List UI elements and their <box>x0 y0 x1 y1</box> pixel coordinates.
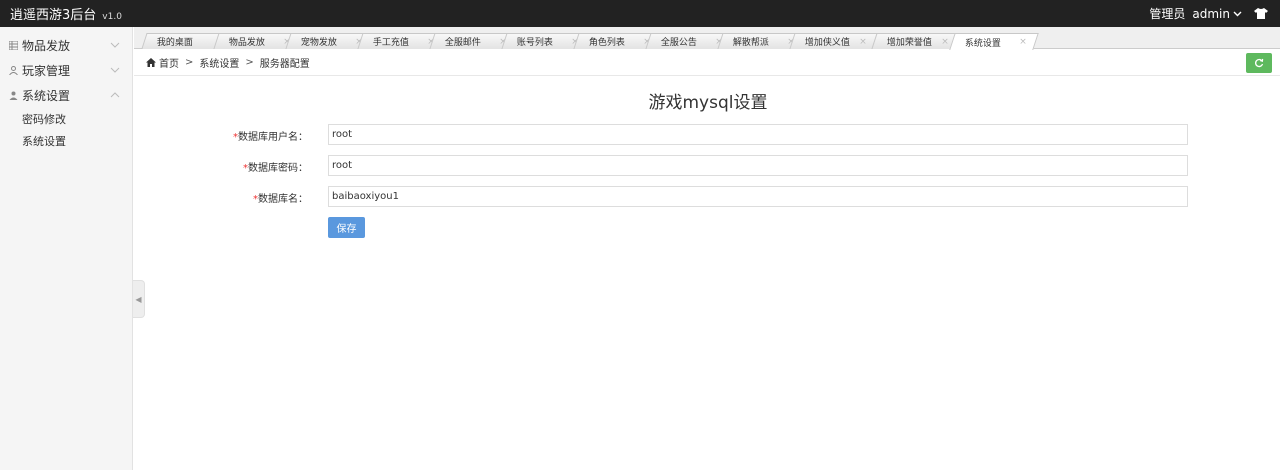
field-label-text: 数据库用户名： <box>238 132 308 143</box>
sidebar: 物品发放 玩家管理 系统设置 密码修改 系统设置 <box>0 27 133 470</box>
breadcrumb-separator: > <box>185 57 194 68</box>
tab-label: 增加荣誉值 <box>886 38 932 48</box>
breadcrumb-home[interactable]: 首页 <box>159 55 179 70</box>
tab-label: 手工充值 <box>372 38 409 48</box>
db-name-input[interactable] <box>328 186 1188 207</box>
chevron-down-icon <box>110 67 120 73</box>
db-user-input[interactable] <box>328 124 1188 145</box>
tshirt-icon[interactable] <box>1254 8 1268 19</box>
close-icon[interactable]: × <box>1019 37 1027 47</box>
tab-label: 增加侠义值 <box>804 38 850 48</box>
tab-label: 系统设置 <box>964 38 1001 49</box>
tab-label: 角色列表 <box>588 38 625 48</box>
page-title: 游戏mysql设置 <box>648 93 768 113</box>
app-title: 逍遥西游3后台 <box>10 8 97 23</box>
field-label-db-password: *数据库密码： <box>200 159 308 174</box>
tab-honor[interactable]: 增加荣誉值 × <box>871 33 961 49</box>
db-password-input[interactable] <box>328 155 1188 176</box>
tab-chivalry[interactable]: 增加侠义值 × <box>789 33 879 49</box>
chevron-down-icon <box>1233 11 1242 16</box>
grid-icon <box>9 41 18 50</box>
tab-bar: 我的桌面 物品发放× 宠物发放× 手工充值× 全服邮件× 账号列表× 角色列表×… <box>134 27 1280 50</box>
tab-label: 账号列表 <box>516 38 553 48</box>
chevron-left-icon: ◀ <box>135 294 142 304</box>
close-icon[interactable]: × <box>859 37 867 47</box>
close-icon[interactable]: × <box>941 37 949 47</box>
app-version: v1.0 <box>102 12 122 22</box>
user-menu[interactable]: admin <box>1192 7 1242 21</box>
field-label-db-user: *数据库用户名： <box>200 128 308 143</box>
field-label-text: 数据库名： <box>258 194 308 205</box>
breadcrumb-separator: > <box>245 57 254 68</box>
sidebar-item-label: 玩家管理 <box>22 64 71 78</box>
user-role: 管理员 <box>1149 7 1186 21</box>
tab-label: 我的桌面 <box>156 38 193 48</box>
sidebar-item-players[interactable]: 玩家管理 <box>0 58 132 83</box>
user-icon <box>9 91 18 100</box>
header-right: 管理员 admin <box>1149 5 1280 22</box>
refresh-button[interactable] <box>1246 53 1272 73</box>
breadcrumb-level1[interactable]: 系统设置 <box>199 55 239 70</box>
breadcrumb-current: 服务器配置 <box>259 59 310 70</box>
tab-label: 全服邮件 <box>444 38 481 48</box>
chevron-up-icon <box>110 92 120 98</box>
sidebar-subitem-password[interactable]: 密码修改 <box>0 108 132 130</box>
username: admin <box>1192 6 1230 21</box>
chevron-down-icon <box>110 42 120 48</box>
field-label-text: 数据库密码： <box>248 163 308 174</box>
sidebar-item-label: 物品发放 <box>22 39 71 53</box>
sidebar-item-label: 系统设置 <box>22 89 71 103</box>
breadcrumb: 首页 > 系统设置 > 服务器配置 <box>134 50 1280 76</box>
save-button[interactable]: 保存 <box>328 217 365 238</box>
tab-label: 全服公告 <box>660 38 697 48</box>
user-icon <box>9 66 18 75</box>
field-label-db-name: *数据库名： <box>200 190 308 205</box>
home-icon <box>146 58 156 67</box>
tab-label: 解散帮派 <box>732 38 769 48</box>
tab-system-settings[interactable]: 系统设置 × <box>949 33 1039 50</box>
sidebar-item-settings[interactable]: 系统设置 <box>0 83 132 108</box>
app-logo[interactable]: 逍遥西游3后台 v1.0 <box>0 4 122 23</box>
sidebar-collapse-handle[interactable]: ◀ <box>133 280 145 318</box>
sidebar-subitem-settings[interactable]: 系统设置 <box>0 130 132 152</box>
tab-label: 物品发放 <box>228 38 265 48</box>
refresh-icon <box>1255 58 1264 68</box>
sidebar-item-items[interactable]: 物品发放 <box>0 33 132 58</box>
tab-label: 宠物发放 <box>300 38 337 48</box>
top-header: 逍遥西游3后台 v1.0 管理员 admin <box>0 0 1280 27</box>
